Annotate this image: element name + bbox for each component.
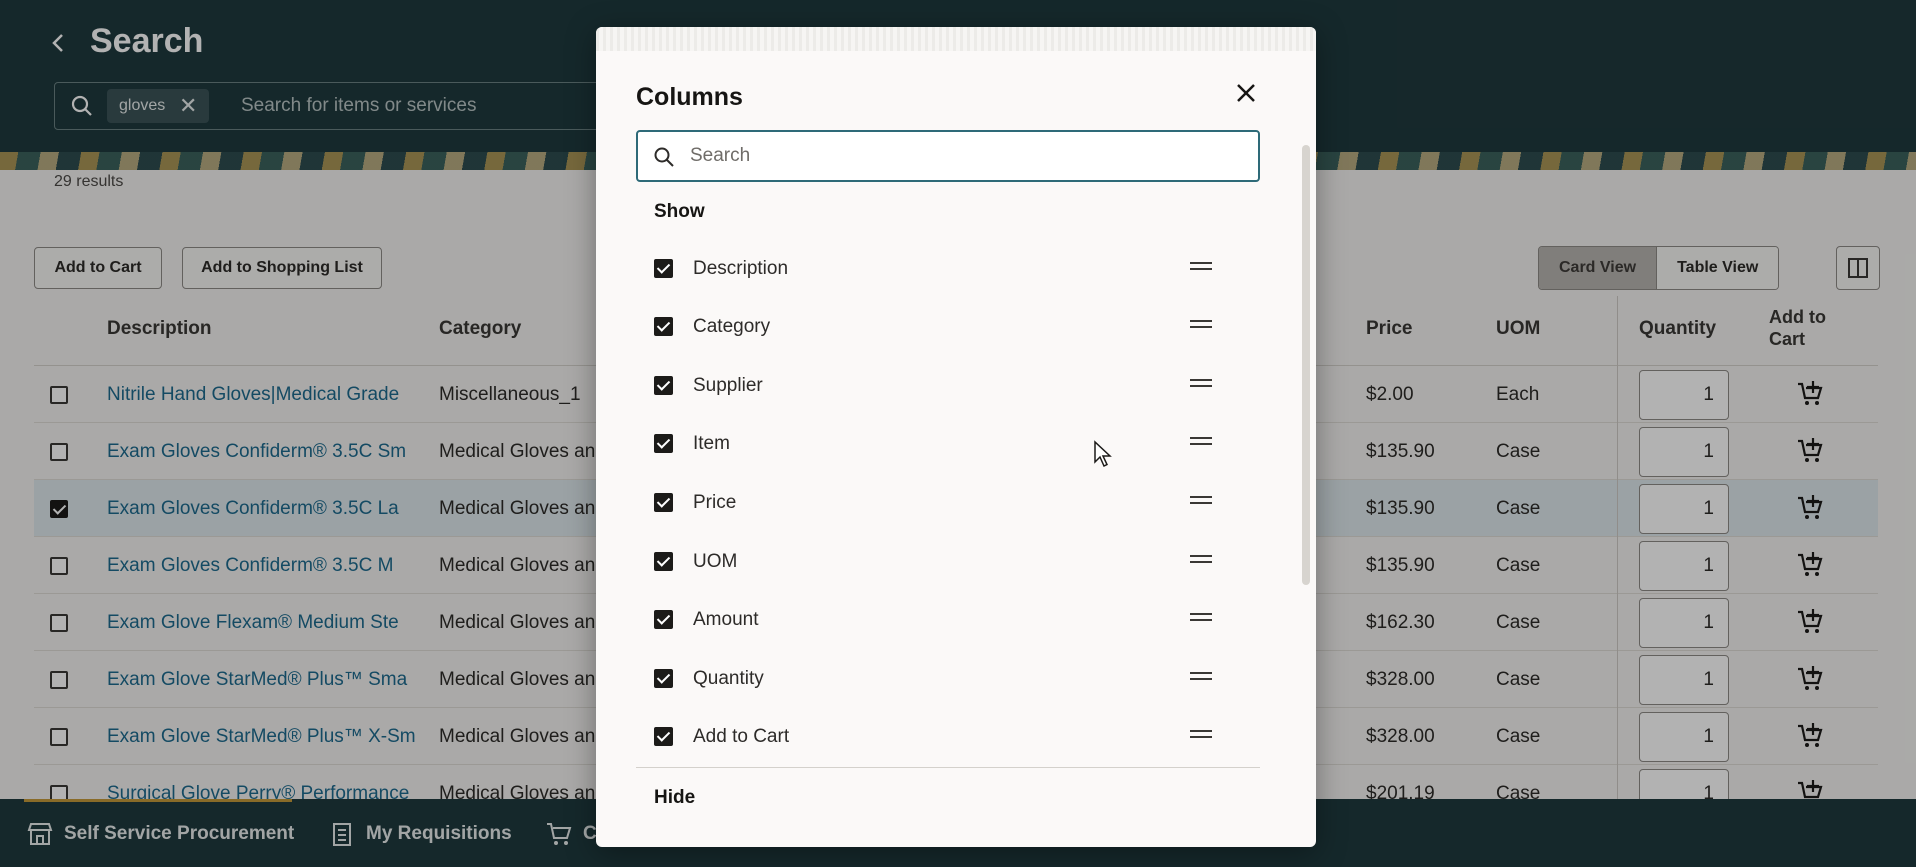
close-dialog-button[interactable] [1228, 75, 1264, 111]
column-label: Add to Cart [693, 726, 790, 747]
drag-handle-icon[interactable] [1190, 496, 1212, 504]
column-label: Item [693, 433, 730, 454]
column-label: Category [693, 316, 771, 337]
dialog-title: Columns [636, 83, 743, 111]
drag-handle-icon[interactable] [1190, 672, 1212, 680]
columns-dialog: Columns Show Description Category Suppli… [596, 27, 1316, 847]
column-checkbox[interactable] [654, 610, 673, 629]
column-checkbox[interactable] [654, 317, 673, 336]
column-item-add-to-cart[interactable]: Add to Cart [636, 708, 1226, 766]
column-item-description[interactable]: Description [636, 240, 1226, 298]
column-label: Amount [693, 609, 759, 630]
column-item-supplier[interactable]: Supplier [636, 357, 1226, 415]
drag-handle-icon[interactable] [1190, 437, 1212, 445]
column-checkbox[interactable] [654, 669, 673, 688]
column-checkbox[interactable] [654, 727, 673, 746]
dialog-top-strip [596, 27, 1316, 51]
search-icon [654, 147, 674, 167]
column-checkbox[interactable] [654, 552, 673, 571]
column-checkbox[interactable] [654, 259, 673, 278]
column-item-uom[interactable]: UOM [636, 533, 1226, 591]
drag-handle-icon[interactable] [1190, 555, 1212, 563]
column-label: Supplier [693, 375, 763, 396]
column-checkbox[interactable] [654, 493, 673, 512]
column-item-quantity[interactable]: Quantity [636, 650, 1226, 708]
column-label: UOM [693, 551, 738, 572]
column-label: Quantity [693, 668, 764, 689]
column-search-input[interactable] [690, 140, 1230, 172]
drag-handle-icon[interactable] [1190, 613, 1212, 621]
drag-handle-icon[interactable] [1190, 262, 1212, 270]
column-search-field[interactable] [636, 130, 1260, 182]
column-checkbox[interactable] [654, 434, 673, 453]
dialog-scrollbar-thumb[interactable] [1302, 145, 1310, 585]
drag-handle-icon[interactable] [1190, 730, 1212, 738]
mouse-cursor-icon [1094, 440, 1112, 468]
section-divider [636, 767, 1260, 768]
column-checkbox[interactable] [654, 376, 673, 395]
column-item-category[interactable]: Category [636, 298, 1226, 356]
column-item-price[interactable]: Price [636, 474, 1226, 532]
hide-section-label: Hide [654, 787, 696, 808]
column-label: Description [693, 258, 789, 279]
column-item-amount[interactable]: Amount [636, 591, 1226, 649]
show-section-label: Show [654, 201, 705, 222]
column-label: Price [693, 492, 737, 513]
drag-handle-icon[interactable] [1190, 379, 1212, 387]
close-icon [1237, 84, 1255, 102]
drag-handle-icon[interactable] [1190, 320, 1212, 328]
column-item-item[interactable]: Item [636, 415, 1226, 473]
